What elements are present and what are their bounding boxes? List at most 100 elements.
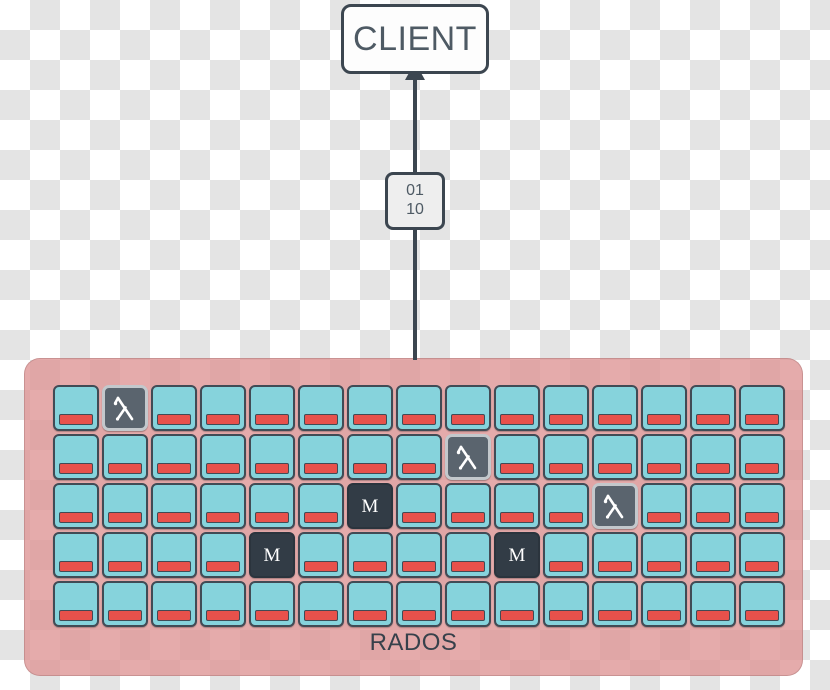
osd-node[interactable] (739, 483, 785, 529)
osd-disk-bar-icon (59, 463, 93, 474)
data-packet-box[interactable]: 01 10 (385, 172, 445, 230)
osd-node[interactable] (690, 434, 736, 480)
osd-node[interactable] (543, 434, 589, 480)
monitor-node[interactable]: M (494, 532, 540, 578)
osd-disk-bar-icon (59, 610, 93, 621)
osd-disk-bar-icon (451, 610, 485, 621)
osd-disk-bar-icon (500, 610, 534, 621)
osd-disk-bar-icon (206, 414, 240, 425)
osd-node[interactable] (739, 434, 785, 480)
osd-node[interactable] (53, 581, 99, 627)
mds-node[interactable] (592, 483, 638, 529)
osd-node[interactable] (445, 483, 491, 529)
osd-disk-bar-icon (59, 512, 93, 523)
osd-node[interactable] (592, 581, 638, 627)
osd-node[interactable] (739, 385, 785, 431)
osd-node[interactable] (543, 532, 589, 578)
osd-node[interactable] (690, 581, 736, 627)
osd-node[interactable] (200, 532, 246, 578)
osd-node[interactable] (249, 581, 295, 627)
mds-node[interactable] (102, 385, 148, 431)
osd-node[interactable] (347, 581, 393, 627)
rados-label: RADOS (369, 629, 458, 656)
osd-node[interactable] (102, 581, 148, 627)
osd-node[interactable] (298, 483, 344, 529)
osd-node[interactable] (641, 434, 687, 480)
osd-disk-bar-icon (647, 463, 681, 474)
osd-node[interactable] (200, 483, 246, 529)
osd-node[interactable] (445, 385, 491, 431)
osd-disk-bar-icon (696, 463, 730, 474)
rados-node-grid: M M M (53, 385, 787, 629)
monitor-node[interactable]: M (347, 483, 393, 529)
osd-node[interactable] (298, 385, 344, 431)
osd-node[interactable] (494, 434, 540, 480)
osd-node[interactable] (690, 532, 736, 578)
osd-node[interactable] (298, 581, 344, 627)
osd-node[interactable] (151, 532, 197, 578)
osd-node[interactable] (641, 483, 687, 529)
osd-node[interactable] (445, 581, 491, 627)
osd-node[interactable] (347, 532, 393, 578)
osd-node[interactable] (151, 385, 197, 431)
monitor-glyph: M (361, 495, 379, 517)
osd-disk-bar-icon (647, 561, 681, 572)
osd-node[interactable] (543, 483, 589, 529)
osd-node[interactable] (53, 532, 99, 578)
osd-disk-bar-icon (549, 414, 583, 425)
osd-node[interactable] (151, 434, 197, 480)
osd-node[interactable] (102, 483, 148, 529)
osd-node[interactable] (641, 532, 687, 578)
monitor-glyph: M (508, 544, 526, 566)
osd-node[interactable] (641, 385, 687, 431)
osd-disk-bar-icon (353, 463, 387, 474)
osd-node[interactable] (298, 532, 344, 578)
osd-disk-bar-icon (108, 463, 142, 474)
osd-node[interactable] (494, 483, 540, 529)
osd-node[interactable] (543, 581, 589, 627)
osd-node[interactable] (151, 581, 197, 627)
osd-node[interactable] (53, 385, 99, 431)
osd-node[interactable] (249, 434, 295, 480)
osd-node[interactable] (53, 434, 99, 480)
osd-node[interactable] (249, 385, 295, 431)
osd-disk-bar-icon (206, 463, 240, 474)
osd-disk-bar-icon (500, 463, 534, 474)
client-box[interactable]: CLIENT (341, 4, 489, 74)
osd-node[interactable] (200, 581, 246, 627)
osd-node[interactable] (249, 483, 295, 529)
osd-node[interactable] (102, 434, 148, 480)
mds-node[interactable] (445, 434, 491, 480)
osd-disk-bar-icon (108, 561, 142, 572)
osd-node[interactable] (592, 532, 638, 578)
osd-node[interactable] (445, 532, 491, 578)
osd-node[interactable] (690, 483, 736, 529)
osd-node[interactable] (494, 581, 540, 627)
osd-node[interactable] (494, 385, 540, 431)
osd-disk-bar-icon (500, 512, 534, 523)
osd-disk-bar-icon (451, 512, 485, 523)
osd-node[interactable] (347, 385, 393, 431)
osd-node[interactable] (739, 581, 785, 627)
osd-node[interactable] (53, 483, 99, 529)
osd-node[interactable] (347, 434, 393, 480)
osd-disk-bar-icon (157, 561, 191, 572)
osd-node[interactable] (592, 385, 638, 431)
osd-disk-bar-icon (255, 512, 289, 523)
osd-node[interactable] (641, 581, 687, 627)
osd-node[interactable] (396, 581, 442, 627)
osd-node[interactable] (396, 483, 442, 529)
osd-node[interactable] (396, 434, 442, 480)
osd-node[interactable] (396, 385, 442, 431)
osd-node[interactable] (592, 434, 638, 480)
osd-node[interactable] (102, 532, 148, 578)
osd-node[interactable] (739, 532, 785, 578)
osd-node[interactable] (200, 385, 246, 431)
osd-node[interactable] (396, 532, 442, 578)
osd-node[interactable] (200, 434, 246, 480)
osd-node[interactable] (690, 385, 736, 431)
osd-node[interactable] (151, 483, 197, 529)
monitor-node[interactable]: M (249, 532, 295, 578)
osd-node[interactable] (543, 385, 589, 431)
osd-node[interactable] (298, 434, 344, 480)
